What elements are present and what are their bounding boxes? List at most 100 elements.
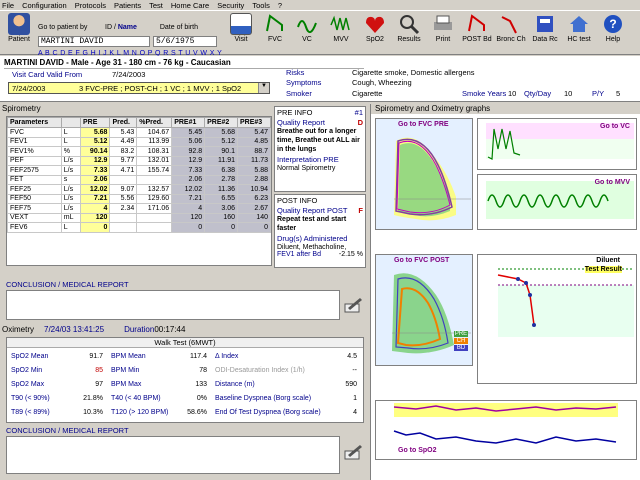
bronc-graph[interactable]: Diluent Test Result	[477, 254, 637, 384]
spirometry-cell: 9.77	[109, 155, 138, 166]
table-row[interactable]: PEF L/s 12.9 9.77 132.01 12.9 11.91 11.73	[7, 155, 271, 166]
oximetry-value: 85	[95, 366, 103, 374]
spirometry-cell: 7.33	[80, 165, 111, 176]
list-item: End Of Test Dyspnea (Borg scale) 4	[213, 406, 359, 418]
oximetry-value: 133	[195, 380, 207, 388]
goto-fvc-pre[interactable]: Go to FVC PRE	[398, 121, 449, 128]
list-item: SpO2 Mean 91.7	[9, 350, 105, 362]
duration-label: Duration	[124, 325, 155, 334]
pre-info-panel: PRE INFO #1 Quality Report D Breathe out f…	[274, 106, 366, 192]
mvv-label: MVV	[333, 36, 349, 43]
list-item: SpO2 Min 85	[9, 364, 105, 376]
print-button[interactable]: Print	[426, 13, 460, 43]
patient-name-input[interactable]: MARTINI DAVID	[38, 36, 150, 47]
menu-security[interactable]: Security	[217, 1, 244, 10]
name-option[interactable]: Name	[118, 24, 154, 34]
menu-test[interactable]: Test	[149, 1, 163, 10]
results-button[interactable]: Results	[392, 13, 426, 43]
oximetry-value: 117.4	[190, 352, 207, 360]
spo2-button[interactable]: SpO2	[358, 13, 392, 43]
signature-icon[interactable]	[344, 443, 364, 461]
spirometry-cell	[136, 212, 173, 223]
post-info-panel: POST INFO Quality Report POST F Repeat te…	[274, 194, 366, 268]
hc-test-button[interactable]: HC test	[562, 13, 596, 43]
table-row[interactable]: FVC L 5.68 5.43 104.67 5.45 5.68 5.47	[7, 127, 271, 138]
list-item: Δ Index 4.5	[213, 350, 359, 362]
list-item: SpO2 Max 97	[9, 378, 105, 390]
visit-select[interactable]: 7/24/2003 3 FVC-PRE ; POST-CH ; 1 VC ; 1…	[8, 82, 270, 94]
goto-mvv[interactable]: Go to MVV	[595, 179, 630, 186]
table-row[interactable]: FEF75 L/s 4 2.34 171.06 4 3.06 2.67	[7, 203, 271, 214]
walk-test-title: Walk Test (6MWT)	[7, 338, 363, 348]
oximetry-bpm-table: BPM Mean 117.4 BPM Min 78 BPM Max 133 T40 (< 4…	[107, 348, 211, 420]
bronc-ch-button[interactable]: Bronc Ch	[494, 13, 528, 43]
graphs-section: Spirometry and Oximetry graphs Go to FVC…	[370, 104, 640, 480]
spo2-graph[interactable]: Go to SpO2	[375, 400, 637, 460]
data-rc-button[interactable]: Data Rc	[528, 13, 562, 43]
post-quality-label: Quality Report POST	[277, 206, 348, 215]
goto-spo2[interactable]: Go to SpO2	[398, 447, 437, 454]
oxi-conclusion-input[interactable]	[6, 436, 340, 474]
oximetry-value: 78	[199, 366, 207, 374]
table-row[interactable]: FEV6 L 0 0 0 0	[7, 222, 271, 233]
table-row[interactable]: FET s 2.06 2.06 2.78 2.88	[7, 174, 271, 185]
spirometry-col-header	[60, 117, 82, 128]
dob-input[interactable]: 5/6/1975	[153, 36, 217, 47]
vc-button[interactable]: VC	[290, 13, 324, 43]
visit-button[interactable]: Visit	[224, 13, 258, 43]
spirometry-cell: 5.12	[204, 136, 239, 147]
oximetry-panel: Walk Test (6MWT) SpO2 Mean 91.7 SpO2 Min 85…	[6, 337, 364, 423]
id-option[interactable]: ID	[98, 24, 112, 34]
signature-icon[interactable]	[344, 296, 364, 314]
goto-fvc-post[interactable]: Go to FVC POST	[394, 257, 449, 264]
mvv-graph[interactable]: Go to MVV	[477, 174, 637, 230]
spirometry-col-header: PRE#3	[237, 117, 271, 128]
patient-button[interactable]: Patient	[2, 13, 36, 43]
table-row[interactable]: FEF2575 L/s 7.33 4.71 155.74 7.33 6.38 5.88	[7, 165, 271, 176]
goto-vc[interactable]: Go to VC	[600, 123, 630, 130]
visit-icon	[230, 13, 252, 35]
table-row[interactable]: FEV1%% 90.14 83.2 108.31 92.8 90.1 88.7	[7, 146, 271, 157]
spirometry-cell: 120	[80, 212, 111, 223]
spirometry-cell: L	[60, 222, 82, 233]
post-bd-icon	[466, 13, 488, 35]
fvc-post-graph[interactable]: Go to FVC POST PRE CH BD	[375, 254, 473, 366]
menu-configuration[interactable]: Configuration	[22, 1, 67, 10]
menu-file[interactable]: File	[2, 1, 14, 10]
help-button[interactable]: ? Help	[596, 13, 630, 43]
oximetry-value: 1	[353, 394, 357, 402]
menu-protocols[interactable]: Protocols	[75, 1, 106, 10]
vc-graph[interactable]: Go to VC	[477, 118, 637, 170]
smoke-years-label: Smoke Years	[462, 89, 507, 98]
post-bd-button[interactable]: POST Bd	[460, 13, 494, 43]
menu-bar: File Configuration Protocols Patients Te…	[0, 0, 640, 11]
fvc-pre-graph[interactable]: Go to FVC PRE	[375, 118, 473, 230]
menu-home-care[interactable]: Home Care	[171, 1, 209, 10]
spirometry-cell: 5.12	[80, 136, 111, 147]
fvc-button[interactable]: FVC	[258, 13, 292, 43]
table-row[interactable]: FEV1 L 5.12 4.49 113.99 5.06 5.12 4.85	[7, 136, 271, 147]
pre-info-number: #1	[354, 108, 363, 117]
spirometry-cell: 11.73	[237, 155, 271, 166]
diluent-label: Diluent	[596, 257, 620, 264]
mvv-button[interactable]: MVV	[324, 13, 358, 43]
printer-icon	[432, 13, 454, 35]
symptoms-value: Cough, Wheezing	[352, 78, 412, 87]
data-rc-label: Data Rc	[532, 36, 558, 43]
menu-patients[interactable]: Patients	[114, 1, 141, 10]
chevron-down-icon[interactable]: ▼	[258, 83, 269, 93]
spirometry-cell: 2.88	[237, 174, 271, 185]
table-row[interactable]: FEF50 L/s 7.21 5.56 129.60 7.21 6.55 6.23	[7, 193, 271, 204]
oximetry-label: Distance (m)	[215, 380, 255, 388]
table-row[interactable]: FEF25 L/s 12.02 9.07 132.57 12.02 11.36 10.94	[7, 184, 271, 195]
menu-tools[interactable]: Tools	[252, 1, 270, 10]
spirometry-cell: 3.06	[204, 203, 239, 214]
oximetry-section: Oximetry 7/24/03 13:41:25 Duration 00:17:44…	[2, 325, 366, 478]
spirometry-cell: 155.74	[136, 165, 173, 176]
oximetry-label: SpO2 Mean	[11, 352, 49, 360]
oximetry-label: BPM Max	[111, 380, 142, 388]
table-row[interactable]: VEXT mL 120 120 160 140	[7, 212, 271, 223]
menu-help[interactable]: ?	[278, 1, 282, 10]
spiro-conclusion-input[interactable]	[6, 290, 340, 320]
bronc-ch-label: Bronc Ch	[496, 36, 526, 43]
